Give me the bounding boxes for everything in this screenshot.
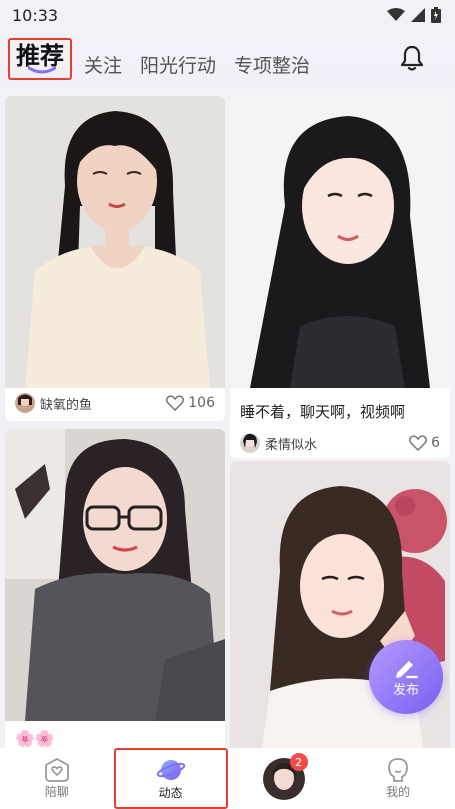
post-meta: 柔情似水 6 (230, 428, 450, 458)
publish-label: 发布 (392, 682, 419, 698)
user-icon (388, 758, 409, 782)
author-avatar[interactable] (15, 393, 35, 413)
tab-following[interactable]: 关注 (84, 52, 122, 80)
signal-icon (411, 8, 425, 22)
wifi-icon (387, 8, 405, 21)
post-meta: 缺氧的鱼 106 (5, 388, 225, 418)
tab-special-campaign[interactable]: 专项整治 (234, 52, 310, 80)
heart-icon (409, 435, 428, 451)
status-bar: 10:33 (0, 0, 455, 30)
bell-icon[interactable] (399, 44, 425, 72)
nav-match-avatar[interactable]: 2 (228, 748, 342, 809)
post-photo (230, 96, 450, 388)
system-icons (387, 7, 441, 23)
top-header: 推荐 关注 阳光行动 专项整治 (0, 30, 455, 88)
nav-moments[interactable]: 动态 (113, 748, 228, 809)
like-button[interactable]: 106 (166, 395, 215, 411)
planet-icon (156, 760, 185, 780)
post-card[interactable]: 睡不着，聊天啊，视频啊 柔情似水 6 (230, 96, 450, 458)
battery-icon (431, 7, 441, 23)
nav-mine[interactable]: 我的 (341, 748, 455, 809)
nav-label: 动态 (158, 786, 183, 800)
author-name[interactable]: 缺氧的鱼 (40, 394, 166, 413)
tab-recommend[interactable]: 推荐 (8, 38, 72, 80)
nav-chat[interactable]: 陪聊 (0, 748, 114, 809)
bottom-nav: 陪聊 动态 2 我的 (0, 748, 455, 809)
tab-label: 阳光行动 (140, 55, 217, 77)
like-count: 106 (188, 395, 215, 411)
author-avatar[interactable] (240, 433, 260, 453)
nav-label: 我的 (386, 785, 411, 799)
notification-badge: 2 (289, 753, 308, 771)
clock: 10:33 (12, 5, 59, 25)
post-caption: 睡不着，聊天啊，视频啊 (240, 403, 406, 421)
tab-sunshine-action[interactable]: 阳光行动 (140, 52, 216, 80)
nav-label: 陪聊 (44, 785, 69, 799)
publish-button[interactable]: 发布 (369, 640, 443, 714)
author-name[interactable]: 柔情似水 (265, 434, 409, 453)
pencil-icon (396, 660, 419, 678)
post-photo (5, 429, 225, 721)
post-photo (5, 96, 225, 388)
heart-icon (166, 395, 185, 411)
like-count: 6 (431, 435, 440, 451)
post-emoji: 🌸🌸 (15, 729, 55, 748)
feed-tabs: 推荐 关注 阳光行动 专项整治 (8, 38, 328, 80)
tab-label: 专项整治 (234, 55, 311, 77)
like-button[interactable]: 6 (409, 435, 440, 451)
chat-heart-icon (44, 758, 69, 782)
tab-active-indicator (28, 66, 56, 74)
post-card[interactable]: 🌸🌸 (5, 429, 225, 748)
post-card[interactable]: 缺氧的鱼 106 (5, 96, 225, 421)
tab-label: 关注 (84, 55, 123, 77)
